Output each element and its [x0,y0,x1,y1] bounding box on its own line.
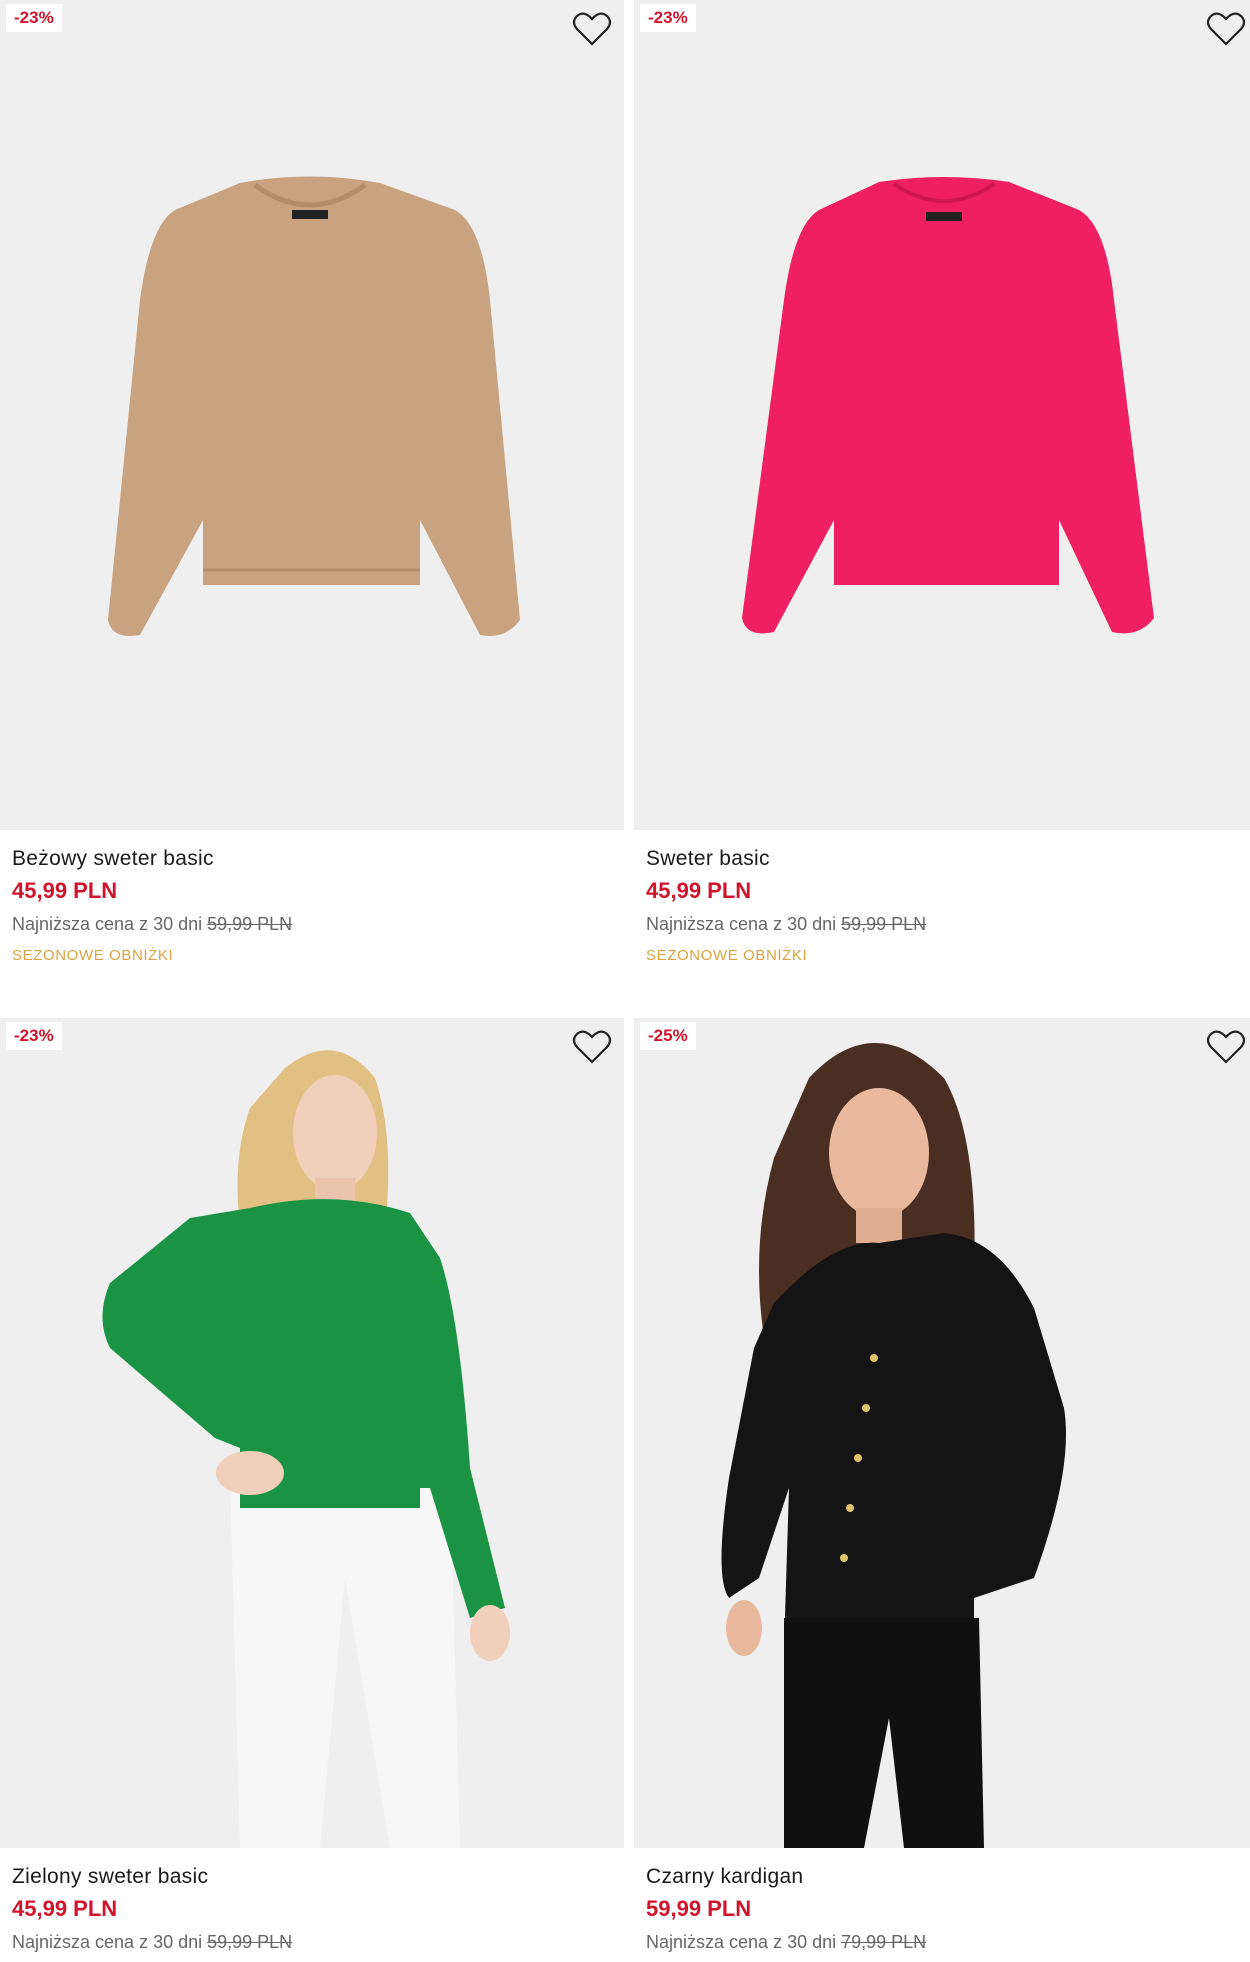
product-name[interactable]: Czarny kardigan [646,1862,1238,1892]
lowest-price-label: Najniższa cena z 30 dni [12,914,203,934]
beige-sweater-image [108,176,520,636]
old-price: 59,99 PLN [207,1932,293,1952]
promo-label: SEZONOWE OBNIŻKI [12,947,174,964]
product-card[interactable]: -23% Sweter basic 45,99 PLN Najniższa ce… [634,0,1250,972]
lowest-price-info: Najniższa cena z 30 dni 59,99 PLN [12,908,612,940]
black-cardigan-model-image [721,1043,1066,1848]
product-image[interactable]: -25% [634,1018,1250,1848]
product-name[interactable]: Beżowy sweter basic [12,844,612,874]
product-image[interactable]: -23% [634,0,1250,830]
wishlist-heart-icon[interactable] [572,1028,612,1066]
discount-badge: -25% [640,1022,696,1050]
product-image[interactable]: -23% [0,0,624,830]
pink-sweater-image [742,177,1154,634]
wishlist-heart-icon[interactable] [1206,10,1246,48]
product-card[interactable]: -23% Beżowy sweter basic 45,99 PLN Najni… [0,0,624,972]
product-image[interactable]: -23% [0,1018,624,1848]
product-price: 45,99 PLN [12,1896,118,1921]
lowest-price-info: Najniższa cena z 30 dni 79,99 PLN [646,1926,1238,1958]
product-price: 59,99 PLN [646,1896,752,1921]
product-card[interactable]: -25% Czarny kardigan 59,99 PLN Najniższa… [634,1018,1250,1958]
discount-badge: -23% [640,4,696,32]
product-price: 45,99 PLN [12,878,118,903]
lowest-price-label: Najniższa cena z 30 dni [12,1932,203,1952]
lowest-price-info: Najniższa cena z 30 dni 59,99 PLN [12,1926,612,1958]
old-price: 79,99 PLN [841,1932,927,1952]
old-price: 59,99 PLN [207,914,293,934]
lowest-price-label: Najniższa cena z 30 dni [646,1932,837,1952]
discount-badge: -23% [6,4,62,32]
product-card[interactable]: -23% Zielony sweter basic 45,99 PLN Najn… [0,1018,624,1958]
lowest-price-info: Najniższa cena z 30 dni 59,99 PLN [646,908,1246,940]
wishlist-heart-icon[interactable] [1206,1028,1246,1066]
product-name[interactable]: Sweter basic [646,844,1246,874]
discount-badge: -23% [6,1022,62,1050]
wishlist-heart-icon[interactable] [572,10,612,48]
lowest-price-label: Najniższa cena z 30 dni [646,914,837,934]
old-price: 59,99 PLN [841,914,927,934]
product-name[interactable]: Zielony sweter basic [12,1862,612,1892]
product-price: 45,99 PLN [646,878,752,903]
promo-label: SEZONOWE OBNIŻKI [646,947,808,964]
green-sweater-model-image [102,1050,510,1848]
